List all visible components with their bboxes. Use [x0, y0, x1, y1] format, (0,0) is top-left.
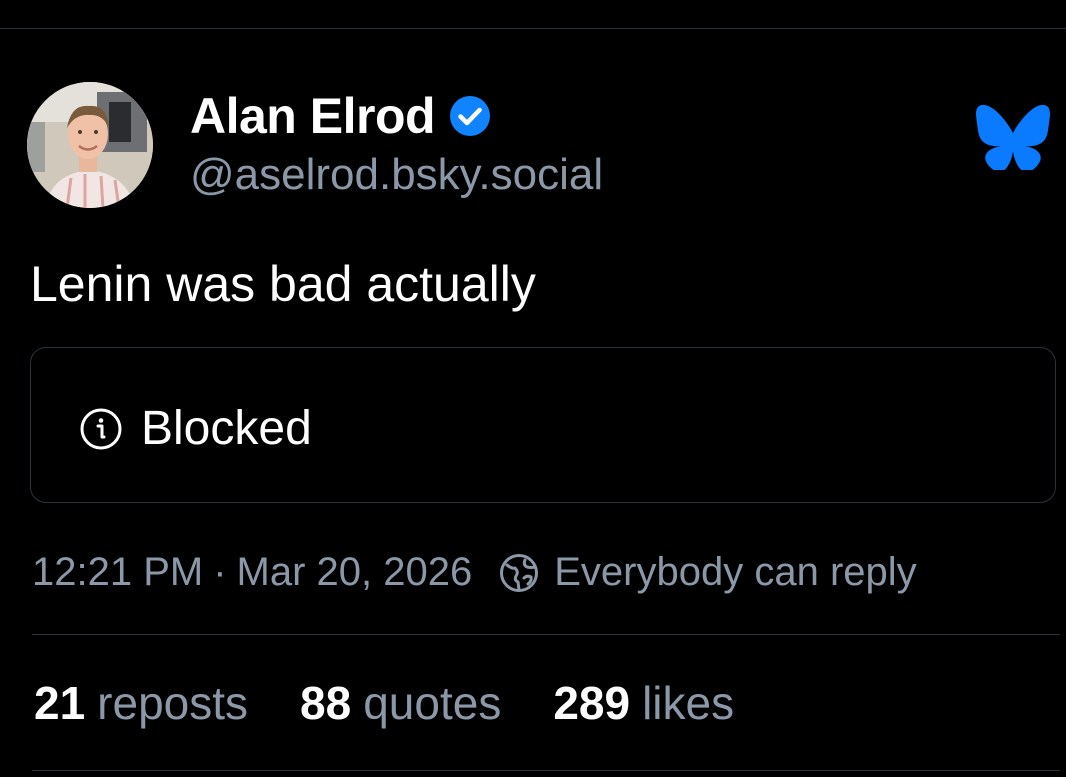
- likes-label: likes: [642, 677, 735, 729]
- author-handle[interactable]: @aselrod.bsky.social: [190, 150, 603, 200]
- avatar-photo: [27, 82, 153, 208]
- post-meta: 12:21 PM · Mar 20, 2026 Everybody can re…: [32, 550, 917, 595]
- quotes-label: quotes: [363, 677, 502, 729]
- info-icon: [79, 407, 123, 451]
- reposts-count: 21: [34, 677, 86, 729]
- post-view: Alan Elrod @aselrod.bsky.social Lenin wa…: [0, 0, 1066, 777]
- author-display-name[interactable]: Alan Elrod: [190, 87, 436, 145]
- author-name-row: Alan Elrod: [190, 86, 491, 146]
- globe-icon: [498, 552, 540, 594]
- avatar[interactable]: [27, 82, 153, 208]
- reposts-label: reposts: [97, 677, 249, 729]
- meta-separator: ·: [213, 550, 227, 594]
- engagement-stats: 21 reposts 88 quotes 289 likes: [34, 676, 786, 730]
- bottom-divider: [32, 770, 1060, 771]
- quotes-count: 88: [300, 677, 352, 729]
- post-date: Mar 20, 2026: [236, 550, 473, 594]
- likes-stat[interactable]: 289 likes: [553, 676, 734, 730]
- reply-setting-label[interactable]: Everybody can reply: [554, 550, 916, 595]
- reposts-stat[interactable]: 21 reposts: [34, 676, 248, 730]
- top-divider: [0, 28, 1066, 29]
- stats-divider: [32, 634, 1060, 635]
- blocked-label: Blocked: [141, 402, 312, 455]
- blocked-embed-content: Blocked: [79, 401, 312, 456]
- post-time: 12:21 PM: [32, 550, 204, 594]
- post-text: Lenin was bad actually: [30, 256, 536, 312]
- verified-check-icon: [449, 95, 491, 137]
- blocked-embed[interactable]: Blocked: [30, 347, 1056, 503]
- likes-count: 289: [553, 677, 631, 729]
- quotes-stat[interactable]: 88 quotes: [300, 676, 501, 730]
- bluesky-butterfly-icon[interactable]: [976, 104, 1050, 172]
